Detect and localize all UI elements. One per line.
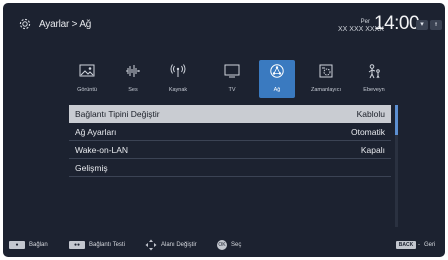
tab-tv[interactable]: TV [214, 60, 250, 98]
tab-source[interactable]: Kaynak [160, 60, 196, 98]
menu-row-connection-type[interactable]: Bağlantı Tipini Değiştir Kablolu [69, 105, 391, 123]
hint-select: Seç [231, 242, 242, 248]
status-indicator-1: ▾ [416, 20, 428, 30]
tab-label: Ağ [273, 87, 281, 93]
picture-icon [79, 64, 95, 77]
tab-sound[interactable]: Ses [115, 60, 151, 98]
back-key-icon: BACK [396, 241, 416, 249]
source-icon [170, 64, 186, 77]
hint-back-dash: - [418, 242, 420, 248]
menu-row-label: Ağ Ayarları [75, 127, 117, 137]
parental-icon [368, 64, 380, 79]
menu-row-network-settings[interactable]: Ağ Ayarları Otomatik [69, 123, 391, 141]
tab-network[interactable]: Ağ [259, 60, 295, 98]
date-block: Per XX XXX XXXX [338, 19, 384, 34]
ok-key-icon: OK [217, 240, 227, 250]
clock: 14:00 [374, 13, 420, 34]
category-bar: Görüntü Ses Kaynak TV Ağ Zamanlayıcı Ebe… [69, 60, 399, 98]
hint-connection-test: Bağlantı Testi [89, 242, 125, 248]
menu-row-value: Otomatik [350, 127, 385, 137]
hint-back: Geri [424, 242, 436, 248]
sound-icon [126, 65, 140, 77]
header-bar: Ayarlar > Ağ Per XX XXX XXXX 14:00 ▾ ᵻ [3, 3, 445, 45]
tab-label: Kaynak [168, 87, 188, 93]
date-label: XX XXX XXXX [338, 26, 384, 33]
green-key-icon: ●● [69, 241, 85, 249]
hint-connect: Bağlan [29, 242, 48, 248]
scrollbar-thumb[interactable] [395, 105, 398, 135]
tab-label: Zamanlayıcı [311, 87, 341, 93]
tab-timer[interactable]: Zamanlayıcı [308, 60, 344, 98]
menu-row-advanced[interactable]: Gelişmiş [69, 159, 391, 177]
footer-hints: ● Bağlan ●● Bağlantı Testi Alanı Değişti… [3, 233, 445, 257]
settings-menu: Bağlantı Tipini Değiştir Kablolu Ağ Ayar… [69, 105, 391, 177]
menu-row-value: Kablolu [356, 109, 385, 119]
menu-row-wake-on-lan[interactable]: Wake-on-LAN Kapalı [69, 141, 391, 159]
tab-label: Görüntü [77, 87, 97, 93]
timer-icon [319, 64, 333, 78]
day-label: Per [360, 19, 370, 25]
status-indicator-2: ᵻ [430, 20, 442, 30]
menu-row-label: Gelişmiş [75, 163, 108, 173]
tab-label: Ebeveyn [363, 87, 385, 93]
hint-change-field: Alanı Değiştir [161, 242, 197, 248]
tab-parental[interactable]: Ebeveyn [356, 60, 392, 98]
menu-row-value: Kapalı [360, 145, 385, 155]
tab-picture[interactable]: Görüntü [69, 60, 105, 98]
tv-icon [224, 64, 240, 78]
tab-label: TV [228, 87, 236, 93]
breadcrumb: Ayarlar > Ağ [39, 19, 92, 30]
tab-label: Ses [128, 87, 138, 93]
red-key-icon: ● [9, 241, 25, 249]
tv-screen: Ayarlar > Ağ Per XX XXX XXXX 14:00 ▾ ᵻ G… [3, 3, 445, 257]
network-icon [270, 64, 284, 78]
menu-row-label: Bağlantı Tipini Değiştir [75, 109, 160, 119]
dpad-icon [145, 239, 157, 251]
menu-row-label: Wake-on-LAN [75, 145, 129, 155]
gear-icon [19, 18, 31, 30]
